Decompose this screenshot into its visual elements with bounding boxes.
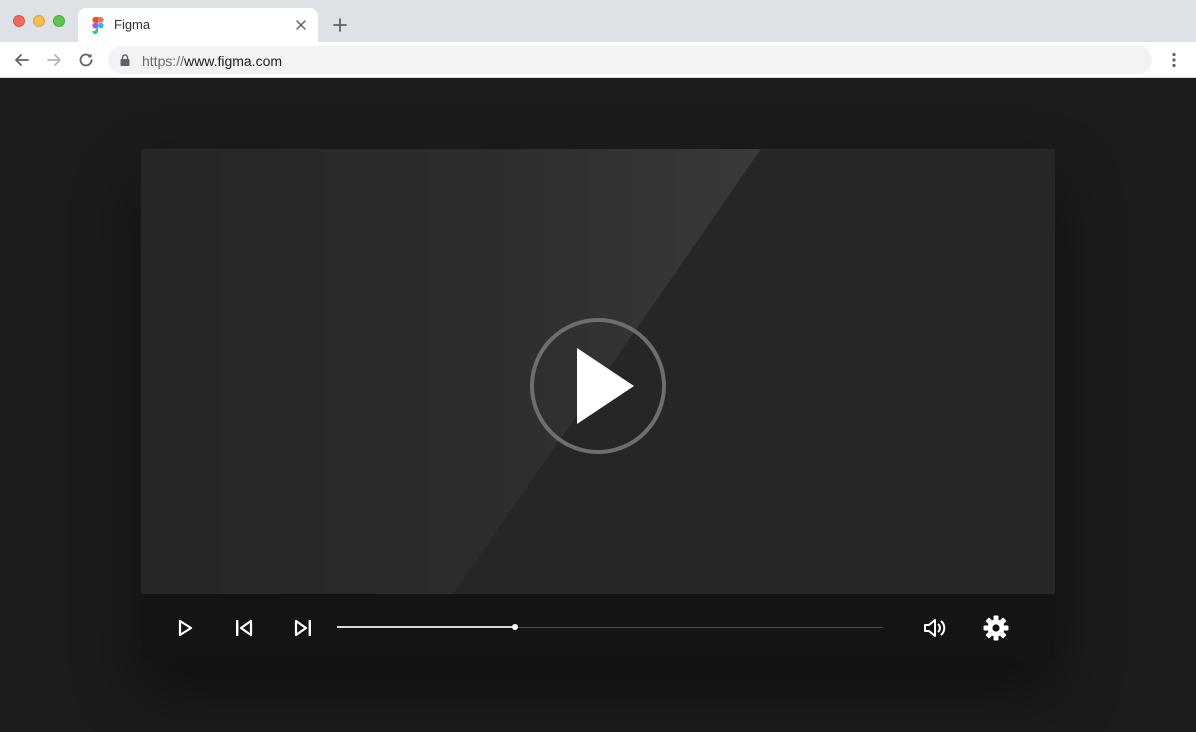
lock-icon: [120, 54, 130, 66]
tab-title: Figma: [114, 17, 151, 32]
play-icon[interactable]: [173, 616, 197, 640]
url-scheme: https://: [142, 53, 185, 69]
minimize-window-button[interactable]: [33, 15, 45, 27]
browser-tab-bar: Figma: [0, 0, 1196, 42]
play-circle-icon[interactable]: [529, 317, 667, 455]
skip-previous-icon[interactable]: [232, 616, 256, 640]
close-window-button[interactable]: [13, 15, 25, 27]
plus-icon[interactable]: [330, 15, 350, 35]
reload-icon[interactable]: [76, 50, 96, 70]
kebab-menu-icon[interactable]: [1164, 50, 1184, 70]
address-bar[interactable]: https://www.figma.com: [108, 46, 1152, 74]
progress-fill: [337, 626, 515, 628]
progress-handle[interactable]: [511, 624, 518, 630]
gear-icon[interactable]: [982, 614, 1010, 642]
url-host: www.figma.com: [184, 53, 283, 69]
browser-tab[interactable]: Figma: [78, 8, 318, 42]
browser-toolbar: https://www.figma.com: [0, 42, 1196, 78]
skip-next-icon[interactable]: [291, 616, 315, 640]
page-content: [0, 79, 1196, 732]
arrow-right-icon[interactable]: [44, 50, 64, 70]
video-player: [141, 149, 1055, 662]
volume-icon[interactable]: [922, 615, 948, 641]
arrow-left-icon[interactable]: [12, 50, 32, 70]
progress-bar[interactable]: [337, 620, 883, 636]
player-controls: [141, 594, 1055, 662]
figma-logo-icon: [92, 17, 104, 34]
url-text: https://www.figma.com: [142, 53, 282, 69]
maximize-window-button[interactable]: [53, 15, 65, 27]
close-icon[interactable]: [293, 17, 309, 33]
video-screen[interactable]: [141, 149, 1055, 594]
